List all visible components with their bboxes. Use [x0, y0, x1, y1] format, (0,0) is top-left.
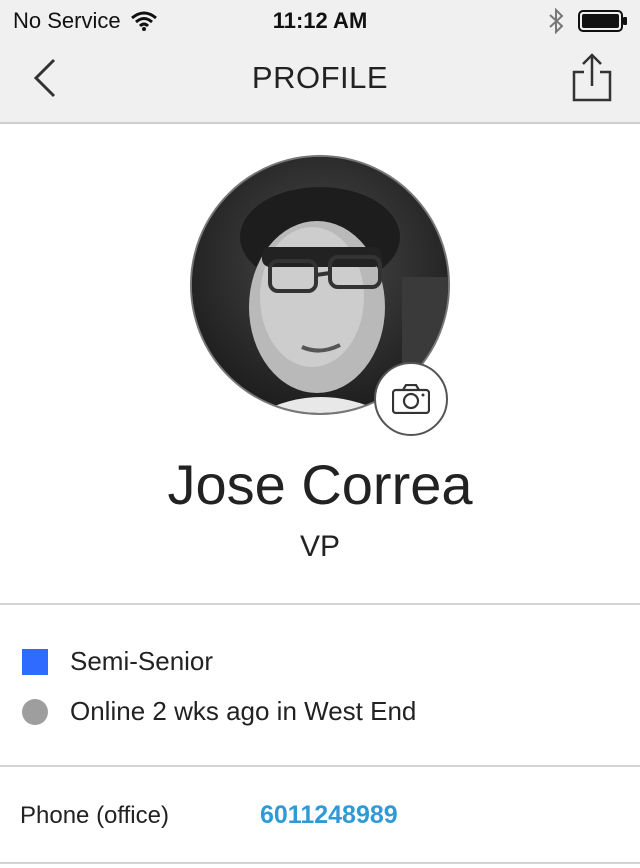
level-color-square	[22, 648, 48, 675]
section-divider	[0, 862, 640, 864]
level-label: Semi-Senior	[70, 646, 214, 676]
section-divider	[0, 765, 640, 767]
section-divider	[0, 603, 640, 605]
phone-label: Phone (office)	[20, 802, 169, 829]
bluetooth-icon	[549, 8, 564, 34]
status-bar: No Service 11:12 AM	[0, 0, 640, 40]
presence-status-dot	[22, 698, 48, 725]
camera-icon	[392, 384, 430, 414]
profile-role: VP	[299, 530, 341, 563]
share-icon	[572, 53, 612, 102]
nav-bar: PROFILE	[0, 40, 640, 124]
page-title: PROFILE	[251, 60, 389, 95]
presence-text: Online 2 wks ago in West End	[70, 696, 417, 726]
change-photo-button[interactable]	[374, 362, 448, 436]
profile-name: Jose Correa	[167, 453, 473, 516]
status-time: 11:12 AM	[272, 8, 368, 33]
level-row: Semi-Senior	[22, 646, 213, 677]
status-right	[548, 8, 628, 34]
phone-link[interactable]: 6011248989	[260, 801, 398, 830]
share-button[interactable]	[570, 52, 614, 104]
battery-icon	[578, 10, 627, 32]
presence-row: Online 2 wks ago in West End	[22, 696, 416, 727]
